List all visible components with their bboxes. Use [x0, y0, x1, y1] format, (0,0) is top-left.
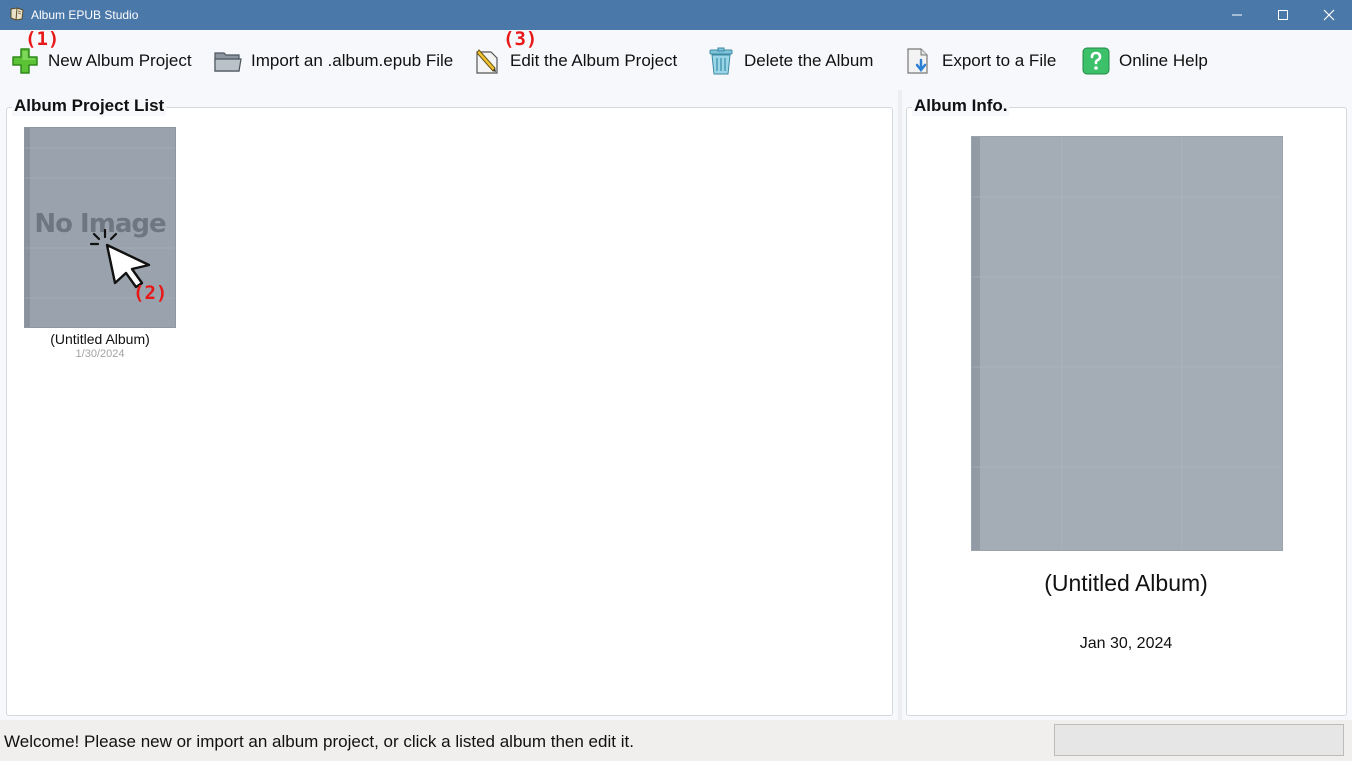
album-info-date: Jan 30, 2024 [1079, 635, 1173, 652]
panel-splitter[interactable] [898, 90, 902, 720]
minimize-icon [1232, 14, 1242, 16]
album-name: (Untitled Album) [50, 331, 150, 347]
toolbar-item-label: Export to a File [942, 51, 1057, 70]
import-album-epub-button[interactable]: Import an .album.epub File [213, 44, 453, 78]
album-project-list-title: Album Project List [12, 96, 167, 116]
plus-icon [12, 48, 38, 74]
toolbar: New Album Project Import an .album.epub … [0, 28, 1352, 90]
maximize-button[interactable] [1260, 0, 1306, 30]
export-icon [907, 48, 928, 74]
folder-icon [214, 52, 242, 72]
album-cover-thumbnail[interactable]: No Image (2) [24, 127, 176, 328]
toolbar-item-label: Online Help [1119, 51, 1208, 70]
minimize-button[interactable] [1214, 0, 1260, 30]
toolbar-item-label: Delete the Album [744, 51, 874, 70]
toolbar-item-label: Import an .album.epub File [251, 51, 454, 70]
online-help-button[interactable]: Online Help [1081, 44, 1208, 78]
title-bar: Album EPUB Studio [0, 0, 1352, 30]
status-bar: Welcome! Please new or import an album p… [0, 720, 1352, 761]
window-title: Album EPUB Studio [31, 8, 139, 22]
status-message: Welcome! Please new or import an album p… [4, 732, 634, 751]
album-list-item[interactable]: No Image (2) (Untitled Album) 1/30/2024 [24, 127, 176, 361]
trash-icon [709, 47, 733, 75]
close-button[interactable] [1306, 0, 1352, 30]
toolbar-item-label: New Album Project [48, 51, 192, 70]
fabric-texture [972, 137, 1282, 550]
delete-album-button[interactable]: Delete the Album [706, 44, 873, 78]
edit-icon [476, 49, 498, 74]
annotation-marker-3: (3) [503, 28, 538, 50]
album-info-cover [971, 136, 1283, 551]
export-to-file-button[interactable]: Export to a File [904, 44, 1056, 78]
book-icon [9, 6, 25, 22]
annotation-marker-2: (2) [133, 282, 168, 304]
toolbar-item-label: Edit the Album Project [510, 51, 678, 70]
maximize-icon [1278, 10, 1288, 20]
status-progress-bar [1054, 724, 1344, 756]
album-date: 1/30/2024 [75, 348, 125, 360]
album-info-name: (Untitled Album) [1044, 570, 1208, 596]
annotation-marker-1: (1) [25, 28, 60, 50]
help-icon [1082, 47, 1110, 75]
close-icon [1323, 9, 1335, 21]
album-info-title: Album Info. [912, 96, 1010, 116]
